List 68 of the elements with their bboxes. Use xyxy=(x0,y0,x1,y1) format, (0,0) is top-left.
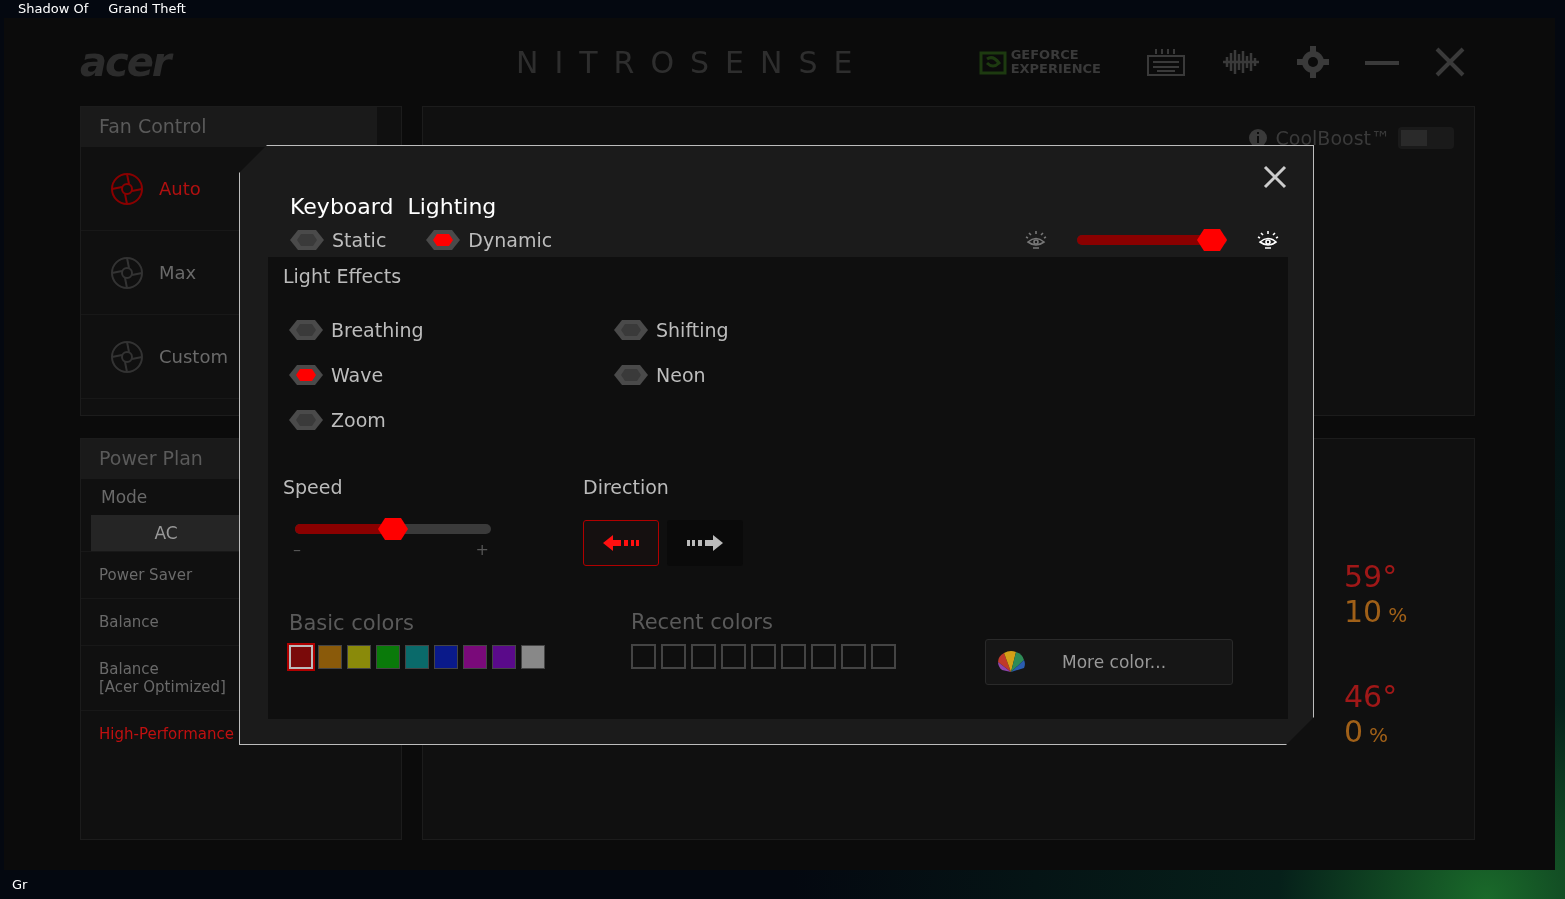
empty-color-slot[interactable] xyxy=(631,644,656,669)
power-plan-option[interactable]: Balance [Acer Optimized] xyxy=(99,660,226,696)
desktop-icon-label[interactable]: Grand Theft xyxy=(108,0,186,18)
empty-color-slot[interactable] xyxy=(781,644,806,669)
radio-option[interactable]: Breathing xyxy=(289,318,424,341)
slider-max-label: + xyxy=(475,540,489,559)
close-button[interactable] xyxy=(1262,164,1288,190)
color-swatch[interactable] xyxy=(492,645,516,669)
color-swatch[interactable] xyxy=(347,645,371,669)
coolboost-toggle[interactable] xyxy=(1398,127,1454,149)
more-color-button[interactable]: More color... xyxy=(985,639,1233,685)
slider-thumb[interactable] xyxy=(378,518,408,540)
brightness-high-icon xyxy=(1256,230,1280,250)
section-label: Light Effects xyxy=(283,265,403,287)
close-icon xyxy=(1262,164,1288,190)
empty-color-slot[interactable] xyxy=(871,644,896,669)
empty-color-slot[interactable] xyxy=(661,644,686,669)
radio-option[interactable]: Dynamic xyxy=(426,229,553,251)
empty-color-slot[interactable] xyxy=(841,644,866,669)
panel-title: Fan Control xyxy=(81,107,377,147)
radio-option[interactable]: Wave xyxy=(289,363,384,386)
empty-color-slot[interactable] xyxy=(721,644,746,669)
fan-speed-reading: 0 xyxy=(1344,714,1364,749)
direction-button[interactable] xyxy=(667,520,743,566)
equalizer-icon xyxy=(1221,48,1261,76)
direction-label: Direction xyxy=(583,476,670,498)
power-plan-option[interactable]: Balance xyxy=(99,613,159,631)
radio-option[interactable]: Zoom xyxy=(289,408,386,431)
left-arrow-icon xyxy=(603,535,639,551)
dialog-title: Keyboard Lighting xyxy=(290,194,497,219)
power-source-tab[interactable]: AC xyxy=(91,515,241,551)
unit-label: % xyxy=(1369,723,1389,747)
color-swatch[interactable] xyxy=(376,645,400,669)
empty-color-slot[interactable] xyxy=(751,644,776,669)
fan-icon xyxy=(109,170,145,207)
brightness-low-icon xyxy=(1024,230,1048,250)
color-swatch[interactable] xyxy=(405,645,429,669)
color-wheel-icon xyxy=(996,650,1026,674)
color-swatch[interactable] xyxy=(463,645,487,669)
close-icon xyxy=(1435,47,1465,77)
temperature-reading: 59° xyxy=(1344,559,1399,594)
fan-icon xyxy=(109,338,145,375)
mode-label: Mode xyxy=(101,487,148,507)
color-swatch[interactable] xyxy=(289,645,313,669)
empty-color-slot[interactable] xyxy=(811,644,836,669)
speed-label: Speed xyxy=(283,476,344,498)
color-swatch[interactable] xyxy=(434,645,458,669)
power-plan-option[interactable]: Power Saver xyxy=(99,566,193,584)
keyboard-icon xyxy=(1147,48,1185,76)
color-swatch[interactable] xyxy=(318,645,342,669)
radio-option[interactable]: Static xyxy=(290,229,387,251)
recent-colors-label: Recent colors xyxy=(631,610,774,634)
empty-color-slot[interactable] xyxy=(691,644,716,669)
slider-thumb[interactable] xyxy=(1197,229,1227,251)
fan-icon xyxy=(109,254,145,291)
basic-colors-label: Basic colors xyxy=(289,611,415,635)
color-swatch[interactable] xyxy=(521,645,545,669)
radio-option[interactable]: Shifting xyxy=(614,318,729,341)
unit-label: % xyxy=(1388,603,1408,627)
right-arrow-icon xyxy=(687,535,723,551)
temperature-reading: 46° xyxy=(1344,679,1399,714)
desktop-icon-label[interactable]: Gr xyxy=(12,875,28,894)
settings-icon xyxy=(1297,46,1329,78)
radio-option[interactable]: Neon xyxy=(614,363,706,386)
slider-min-label: – xyxy=(293,540,301,559)
fan-speed-reading: 10 xyxy=(1344,594,1383,629)
desktop-icon-label[interactable]: Shadow Of xyxy=(18,0,89,18)
direction-button[interactable] xyxy=(583,520,659,566)
